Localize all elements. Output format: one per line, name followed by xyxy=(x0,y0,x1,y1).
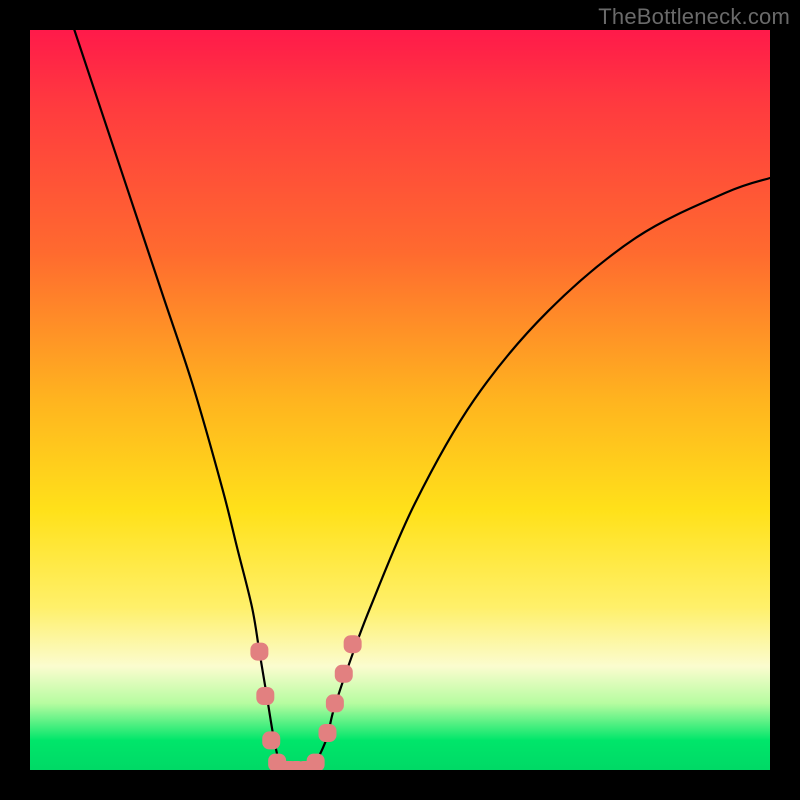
watermark-text: TheBottleneck.com xyxy=(598,4,790,30)
highlighted-points xyxy=(250,635,361,770)
marker-point xyxy=(307,754,325,770)
marker-point xyxy=(326,694,344,712)
marker-point xyxy=(256,687,274,705)
chart-overlay xyxy=(30,30,770,770)
marker-point xyxy=(250,643,268,661)
plot-area xyxy=(30,30,770,770)
marker-point xyxy=(318,724,336,742)
bottleneck-curve xyxy=(74,30,770,770)
marker-point xyxy=(344,635,362,653)
chart-frame: TheBottleneck.com xyxy=(0,0,800,800)
marker-point xyxy=(335,665,353,683)
marker-point xyxy=(262,731,280,749)
